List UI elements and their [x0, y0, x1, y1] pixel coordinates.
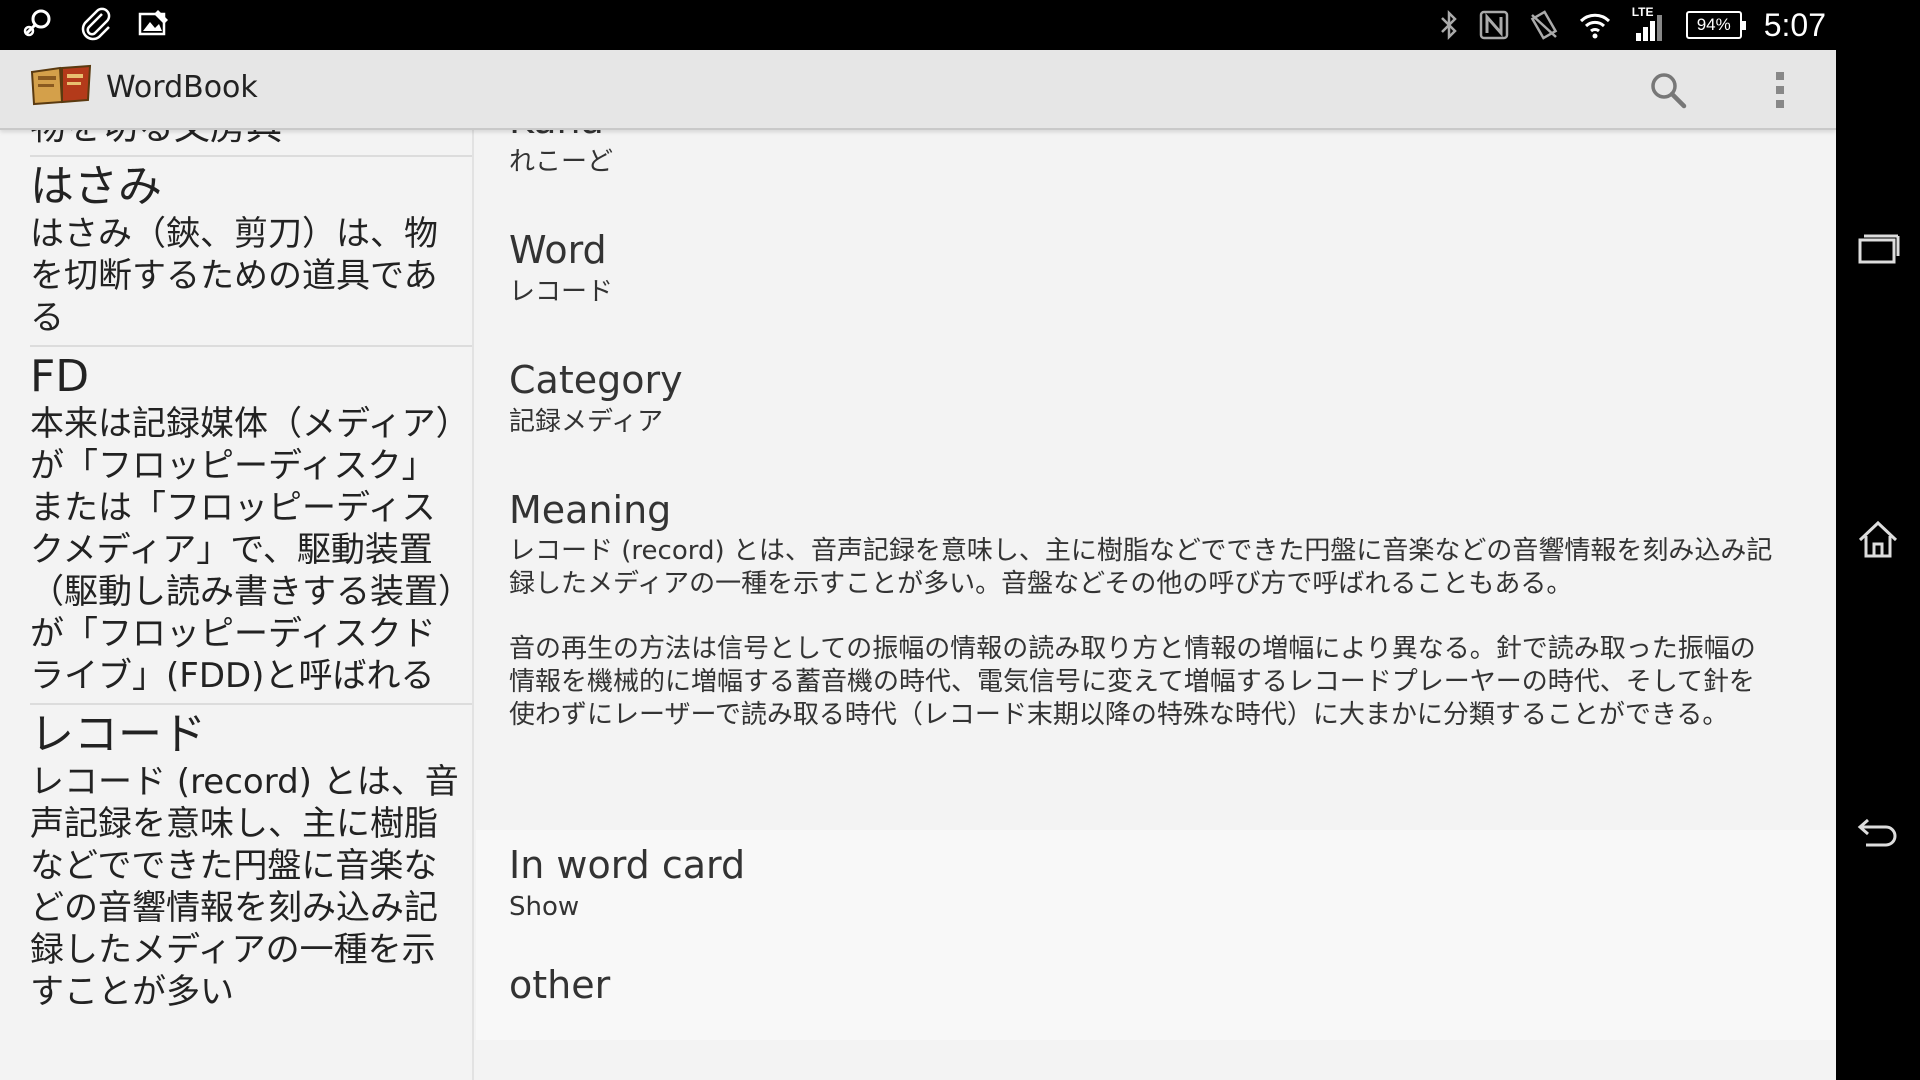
- system-indicators: LTE 94% 5:07: [1438, 0, 1826, 50]
- image-edit-icon: [138, 10, 168, 36]
- meaning-paragraph: レコード (record) とは、音声記録を意味し、主に樹脂などでできた円盤に音…: [509, 536, 1773, 599]
- list-item-partial[interactable]: 物を切る文房具: [30, 130, 472, 157]
- kana-field: Kana れこーど: [476, 130, 1836, 225]
- battery-indicator: 94%: [1685, 11, 1746, 39]
- kana-value: れこーど: [509, 147, 614, 177]
- back-icon[interactable]: [1856, 808, 1900, 852]
- category-value: 記録メディア: [509, 407, 664, 437]
- category-field: Category 記録メディア: [476, 355, 1836, 485]
- list-item[interactable]: レコード レコード (record) とは、音声記録を意味し、主に樹脂などででき…: [30, 705, 472, 1019]
- word-value: レコード: [509, 277, 614, 307]
- list-item-definition: はさみ（鋏、剪刀）は、物を切断するための道具である: [30, 214, 438, 338]
- word-detail-pane: Kana れこーど Word レコード Category 記録メディア Mean…: [476, 130, 1836, 1080]
- other-label: other: [509, 963, 611, 1007]
- settings-section: In word card Show other: [476, 830, 1836, 1040]
- battery-level: 94%: [1696, 15, 1731, 34]
- navigation-bar: [1836, 0, 1920, 1080]
- overflow-menu-icon[interactable]: [1765, 68, 1795, 112]
- wifi-icon: [1579, 13, 1610, 39]
- home-icon[interactable]: [1856, 518, 1900, 562]
- list-item-definition: レコード (record) とは、音声記録を意味し、主に樹脂などでできた円盤に音…: [30, 762, 459, 1012]
- action-bar: WordBook: [0, 50, 1836, 130]
- list-item[interactable]: FD 本来は記録媒体（メディア）が「フロッピーディスク」または「フロッピーディス…: [30, 347, 472, 705]
- list-item[interactable]: はさみ はさみ（鋏、剪刀）は、物を切断するための道具である: [30, 157, 472, 347]
- word-list[interactable]: 物を切る文房具 はさみ はさみ（鋏、剪刀）は、物を切断するための道具である FD…: [0, 130, 474, 1080]
- search-key-icon: [23, 9, 51, 37]
- meaning-paragraph: 音の再生の方法は信号としての振幅の情報の読み取り方と情報の増幅により異なる。針で…: [509, 634, 1756, 730]
- list-item-definition: 本来は記録媒体（メディア）が「フロッピーディスク」または「フロッピーディスクメデ…: [30, 404, 455, 696]
- word-label: Word: [509, 228, 607, 272]
- app-logo-icon: [30, 64, 92, 106]
- status-bar: LTE 94% 5:07: [0, 0, 1836, 50]
- search-icon[interactable]: [1648, 70, 1688, 110]
- list-item-word: レコード: [30, 709, 206, 760]
- recent-apps-icon[interactable]: [1856, 228, 1900, 272]
- clock: 5:07: [1763, 6, 1826, 43]
- bluetooth-icon: [1440, 9, 1457, 41]
- app-title: WordBook: [106, 70, 258, 105]
- meaning-field: Meaning レコード (record) とは、音声記録を意味し、主に樹脂など…: [476, 485, 1836, 830]
- list-item-word: FD: [30, 351, 90, 402]
- vibrate-icon: [1530, 10, 1557, 40]
- kana-label: Kana: [509, 130, 1836, 145]
- word-card-label: In word card: [509, 843, 746, 887]
- word-card-field[interactable]: In word card Show: [476, 830, 1836, 960]
- word-field: Word レコード: [476, 225, 1836, 355]
- notification-icons: [20, 6, 172, 42]
- word-card-value: Show: [509, 892, 580, 922]
- signal-icon: LTE: [1630, 5, 1668, 43]
- attachment-icon: [81, 7, 111, 41]
- list-item-definition: 物を切る文房具: [30, 130, 472, 149]
- list-item-word: はさみ: [30, 161, 162, 212]
- category-label: Category: [509, 358, 683, 402]
- other-field[interactable]: other: [476, 960, 1836, 1040]
- wordbook-app: WordBook 物を切る文房具 はさみ はさみ（鋏、剪刀）は、物を切断するため…: [0, 50, 1836, 1080]
- meaning-label: Meaning: [509, 488, 672, 532]
- nfc-icon: [1479, 10, 1508, 40]
